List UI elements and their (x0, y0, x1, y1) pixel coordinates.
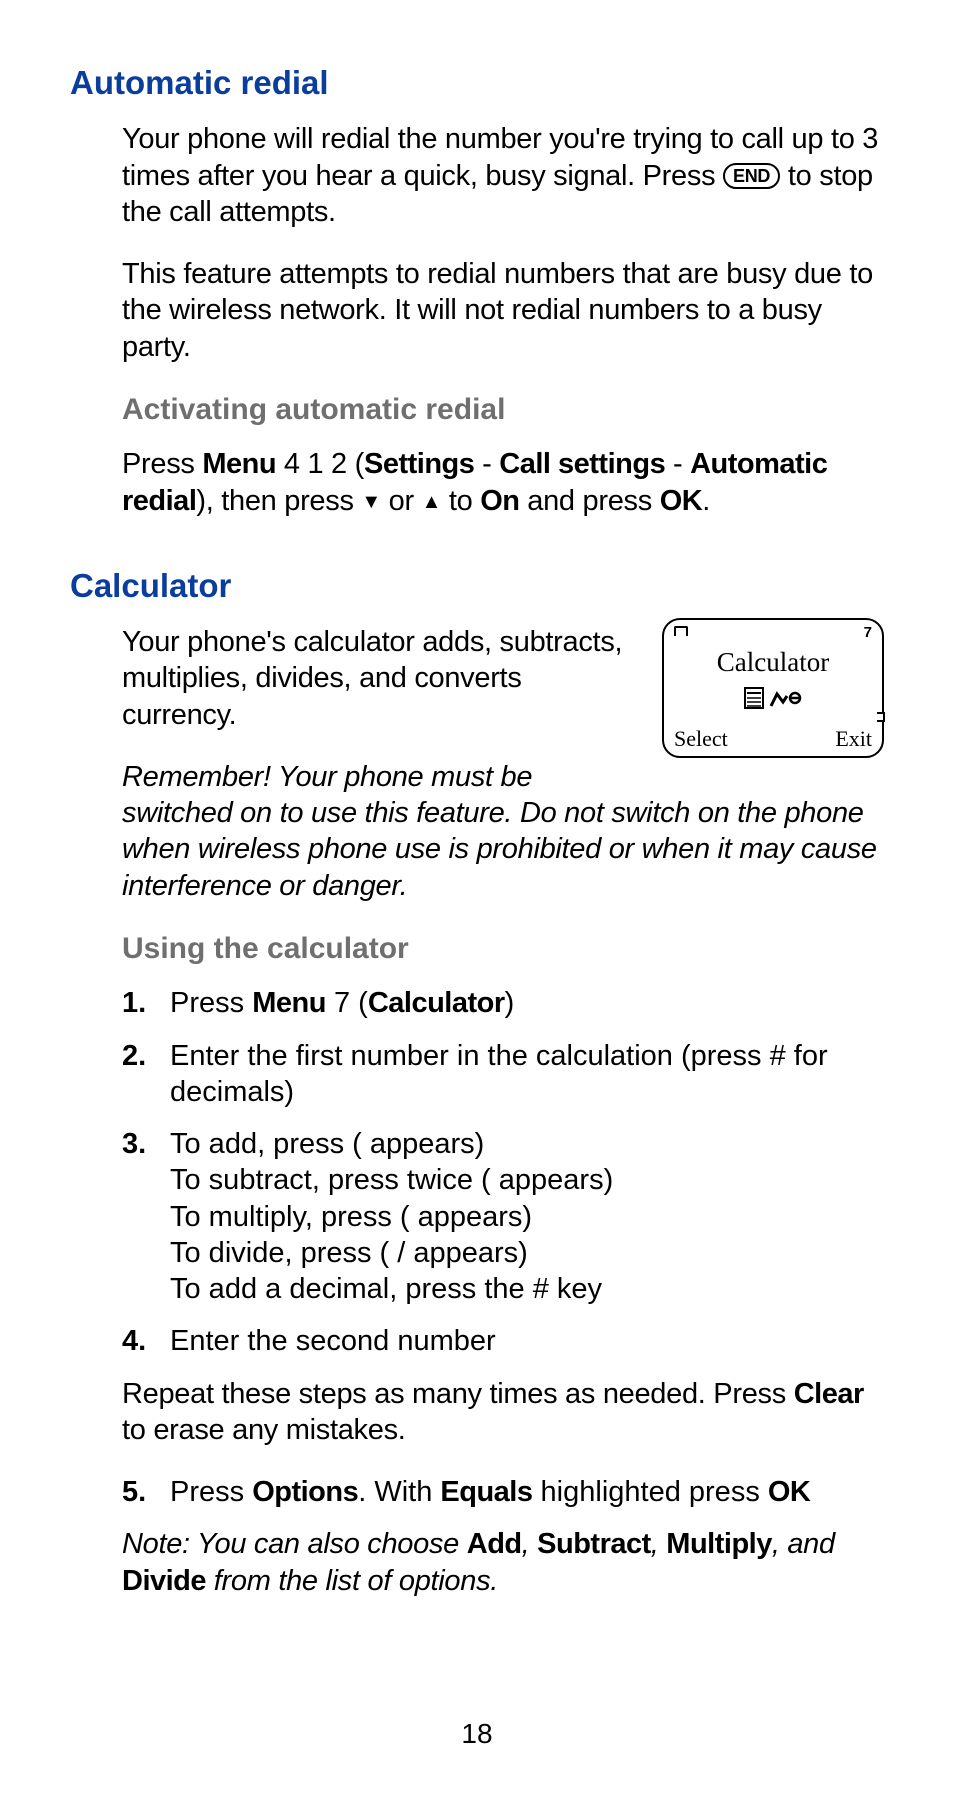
text: to (441, 485, 480, 517)
on-label: On (480, 485, 519, 517)
text: , and (772, 1528, 835, 1560)
para-repeat: Repeat these steps as many times as need… (122, 1376, 884, 1449)
text: or (381, 485, 422, 517)
step-number: 2. (122, 1038, 170, 1111)
screen-title: Calculator (674, 646, 872, 680)
text: . (702, 485, 710, 517)
step-number: 1. (122, 985, 170, 1021)
text: 7 ( (326, 987, 368, 1019)
softkey-exit: Exit (835, 725, 872, 753)
page-number: 18 (0, 1716, 954, 1751)
list-item: 1. Press Menu 7 (Calculator) (122, 985, 884, 1021)
list-item: 2. Enter the first number in the calcula… (122, 1038, 884, 1111)
screen-notch (877, 712, 885, 722)
text: - (474, 448, 499, 480)
para-calc-warning: Remember! Your phone must be switched on… (122, 759, 884, 904)
list-item: 4. Enter the second number (122, 1323, 884, 1359)
step-text: Press Menu 7 (Calculator) (170, 985, 884, 1021)
text: ), then press (196, 485, 361, 517)
softkey-select: Select (674, 725, 728, 753)
end-key-icon: END (723, 163, 780, 189)
text: To add, press ( appears) (170, 1128, 484, 1160)
step-text: Enter the second number (170, 1323, 884, 1359)
screen-indicator-7: 7 (864, 624, 872, 643)
add-label: Add (467, 1528, 522, 1560)
text: to erase any mistakes. (122, 1414, 406, 1446)
step-text: Press Options. With Equals highlighted p… (170, 1474, 884, 1510)
text: from the list of options. (206, 1565, 498, 1597)
para-note2: Note: You can also choose Add, Subtract,… (122, 1526, 884, 1599)
heading-activating-redial: Activating automatic redial (122, 391, 884, 429)
text: To multiply, press ( appears) (170, 1201, 532, 1233)
text: 4 1 2 ( (276, 448, 364, 480)
step-number: 5. (122, 1474, 170, 1510)
divide-label: Divide (122, 1565, 206, 1597)
step-text: To add, press ( appears) To subtract, pr… (170, 1126, 884, 1307)
clear-label: Clear (794, 1378, 864, 1410)
para-activating: Press Menu 4 1 2 (Settings - Call settin… (122, 446, 884, 519)
text: highlighted press (533, 1476, 768, 1508)
text: - (665, 448, 690, 480)
text: and press (520, 485, 660, 517)
calculator-label: Calculator (368, 987, 505, 1019)
text: Note: You can also choose (122, 1528, 467, 1560)
subtract-label: Subtract (537, 1528, 651, 1560)
step-number: 4. (122, 1323, 170, 1359)
antenna-icon (674, 626, 688, 636)
text: ) (505, 987, 515, 1019)
options-label: Options (252, 1476, 358, 1508)
text: , (651, 1528, 667, 1560)
phone-screen-diagram: 7 Calculator Select Exit (662, 618, 884, 758)
ok-label: OK (768, 1476, 811, 1508)
text: To divide, press ( / appears) (170, 1237, 528, 1269)
ok-label: OK (660, 485, 703, 517)
screen-frame: 7 Calculator Select Exit (662, 618, 884, 758)
text: . With (358, 1476, 440, 1508)
list-item: 5. Press Options. With Equals highlighte… (122, 1474, 884, 1510)
text: To add a decimal, press the # key (170, 1273, 602, 1305)
para-redial-2: This feature attempts to redial numbers … (122, 256, 884, 365)
step-text: Enter the first number in the calculatio… (170, 1038, 884, 1111)
menu-label: Menu (252, 987, 326, 1019)
text: Press (170, 987, 252, 1019)
heading-automatic-redial: Automatic redial (70, 62, 884, 103)
list-item: 3. To add, press ( appears) To subtract,… (122, 1126, 884, 1307)
step-number: 3. (122, 1126, 170, 1307)
screen-icons (674, 686, 872, 717)
up-arrow-icon: ▲ (422, 491, 442, 513)
settings-label: Settings (364, 448, 474, 480)
text: To subtract, press twice ( appears) (170, 1164, 613, 1196)
menu-label: Menu (202, 448, 276, 480)
heading-using-calculator: Using the calculator (122, 930, 884, 968)
text: Press (170, 1476, 252, 1508)
call-settings-label: Call settings (499, 448, 665, 480)
text: Press (122, 448, 202, 480)
equals-label: Equals (440, 1476, 532, 1508)
text: Repeat these steps as many times as need… (122, 1378, 794, 1410)
para-redial-1: Your phone will redial the number you're… (122, 121, 884, 230)
multiply-label: Multiply (666, 1528, 772, 1560)
text: , (522, 1528, 538, 1560)
down-arrow-icon: ▼ (361, 491, 381, 513)
heading-calculator: Calculator (70, 565, 884, 606)
